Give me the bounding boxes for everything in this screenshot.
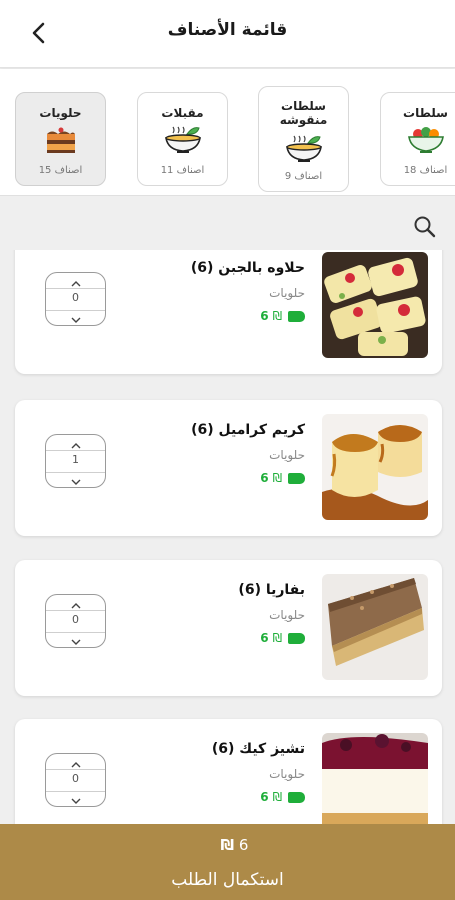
- search-icon: [414, 216, 436, 238]
- category-name: مقبلات: [161, 106, 204, 120]
- product-name: تشيز كيك (6): [211, 741, 305, 757]
- quantity-stepper[interactable]: 1: [45, 434, 106, 488]
- divider: [46, 610, 105, 611]
- product-image: [322, 574, 428, 680]
- total-value: 6: [238, 836, 249, 854]
- price-tag-icon: [288, 472, 305, 484]
- price-value: 6: [260, 631, 269, 645]
- search-button[interactable]: [412, 214, 438, 240]
- product-list[interactable]: حلاوه بالجبن (6) حلويات 6 ₪ 0 كريم كرامي…: [0, 250, 455, 824]
- price-value: 6: [260, 471, 269, 485]
- product-card[interactable]: كريم كراميل (6) حلويات 6 ₪ 1: [15, 400, 442, 536]
- price-currency: ₪: [272, 471, 282, 485]
- price-value: 6: [260, 309, 269, 323]
- category-salads[interactable]: سلطات 18 اصناف: [380, 92, 455, 186]
- total-currency: ₪: [220, 836, 235, 854]
- product-price: 6 ₪: [260, 470, 305, 486]
- category-count: 15 اصناف: [38, 165, 83, 176]
- quantity-stepper[interactable]: 0: [45, 272, 106, 326]
- quantity-value[interactable]: 0: [46, 613, 105, 626]
- chevron-down-icon: [71, 317, 80, 323]
- quantity-value[interactable]: 0: [46, 772, 105, 785]
- order-total: ₪ 6: [0, 836, 455, 854]
- product-name: كريم كراميل (6): [191, 422, 305, 438]
- product-image: [322, 733, 428, 824]
- product-category: حلويات: [269, 448, 305, 462]
- product-name: حلاوه بالجبن (6): [190, 260, 305, 276]
- salad-bowl-icon: [407, 127, 444, 153]
- price-tag-icon: [288, 310, 305, 322]
- price-currency: ₪: [272, 631, 282, 645]
- quantity-value[interactable]: 0: [46, 291, 105, 304]
- chevron-down-icon: [71, 479, 80, 485]
- divider: [46, 450, 105, 451]
- category-mixed-salads[interactable]: سلطات منقوشه 9 اصناف: [258, 86, 349, 192]
- product-category: حلويات: [269, 608, 305, 622]
- category-count: 18 اصناف: [403, 165, 448, 176]
- product-price: 6 ₪: [260, 630, 305, 646]
- chevron-down-icon: [71, 798, 80, 804]
- category-name: سلطات: [403, 106, 448, 120]
- increment-button[interactable]: [46, 596, 105, 610]
- page-title: قائمة الأصناف: [167, 20, 288, 40]
- checkout-button[interactable]: استكمال الطلب: [0, 870, 455, 890]
- quantity-stepper[interactable]: 0: [45, 594, 106, 648]
- price-currency: ₪: [272, 790, 282, 804]
- category-name: حلويات: [39, 106, 82, 120]
- category-appetizers[interactable]: مقبلات 11 اصناف: [137, 92, 228, 186]
- product-image: [322, 414, 428, 520]
- divider: [46, 769, 105, 770]
- product-name: بفاريا (6): [238, 582, 305, 598]
- product-card[interactable]: بفاريا (6) حلويات 6 ₪ 0: [15, 560, 442, 696]
- product-category: حلويات: [269, 286, 305, 300]
- category-count: 9 اصناف: [284, 171, 323, 182]
- decrement-button[interactable]: [46, 632, 105, 646]
- quantity-value[interactable]: 1: [46, 453, 105, 466]
- increment-button[interactable]: [46, 274, 105, 288]
- category-count: 11 اصناف: [160, 165, 205, 176]
- soup-bowl-icon: [285, 135, 322, 162]
- quantity-stepper[interactable]: 0: [45, 753, 106, 807]
- category-name: سلطات منقوشه: [279, 99, 328, 127]
- decrement-button[interactable]: [46, 472, 105, 486]
- price-value: 6: [260, 790, 269, 804]
- top-bar: قائمة الأصناف: [0, 0, 455, 68]
- product-card[interactable]: تشيز كيك (6) حلويات 6 ₪ 0: [15, 719, 442, 824]
- decrement-button[interactable]: [46, 310, 105, 324]
- product-image: [322, 252, 428, 358]
- decrement-button[interactable]: [46, 791, 105, 805]
- cake-icon: [46, 127, 75, 153]
- product-price: 6 ₪: [260, 308, 305, 324]
- increment-button[interactable]: [46, 436, 105, 450]
- chevron-down-icon: [71, 639, 80, 645]
- increment-button[interactable]: [46, 755, 105, 769]
- category-desserts[interactable]: حلويات 15 اصناف: [15, 92, 106, 186]
- category-strip[interactable]: حلويات 15 اصناف مقبلات 11 اصناف سلطات من…: [0, 69, 455, 196]
- soup-bowl-icon: [164, 126, 201, 153]
- price-currency: ₪: [272, 309, 282, 323]
- product-card[interactable]: حلاوه بالجبن (6) حلويات 6 ₪ 0: [15, 250, 442, 374]
- price-tag-icon: [288, 632, 305, 644]
- product-category: حلويات: [269, 767, 305, 781]
- price-tag-icon: [288, 791, 305, 803]
- divider: [46, 288, 105, 289]
- product-price: 6 ₪: [260, 789, 305, 805]
- checkout-bar[interactable]: ₪ 6 استكمال الطلب: [0, 824, 455, 900]
